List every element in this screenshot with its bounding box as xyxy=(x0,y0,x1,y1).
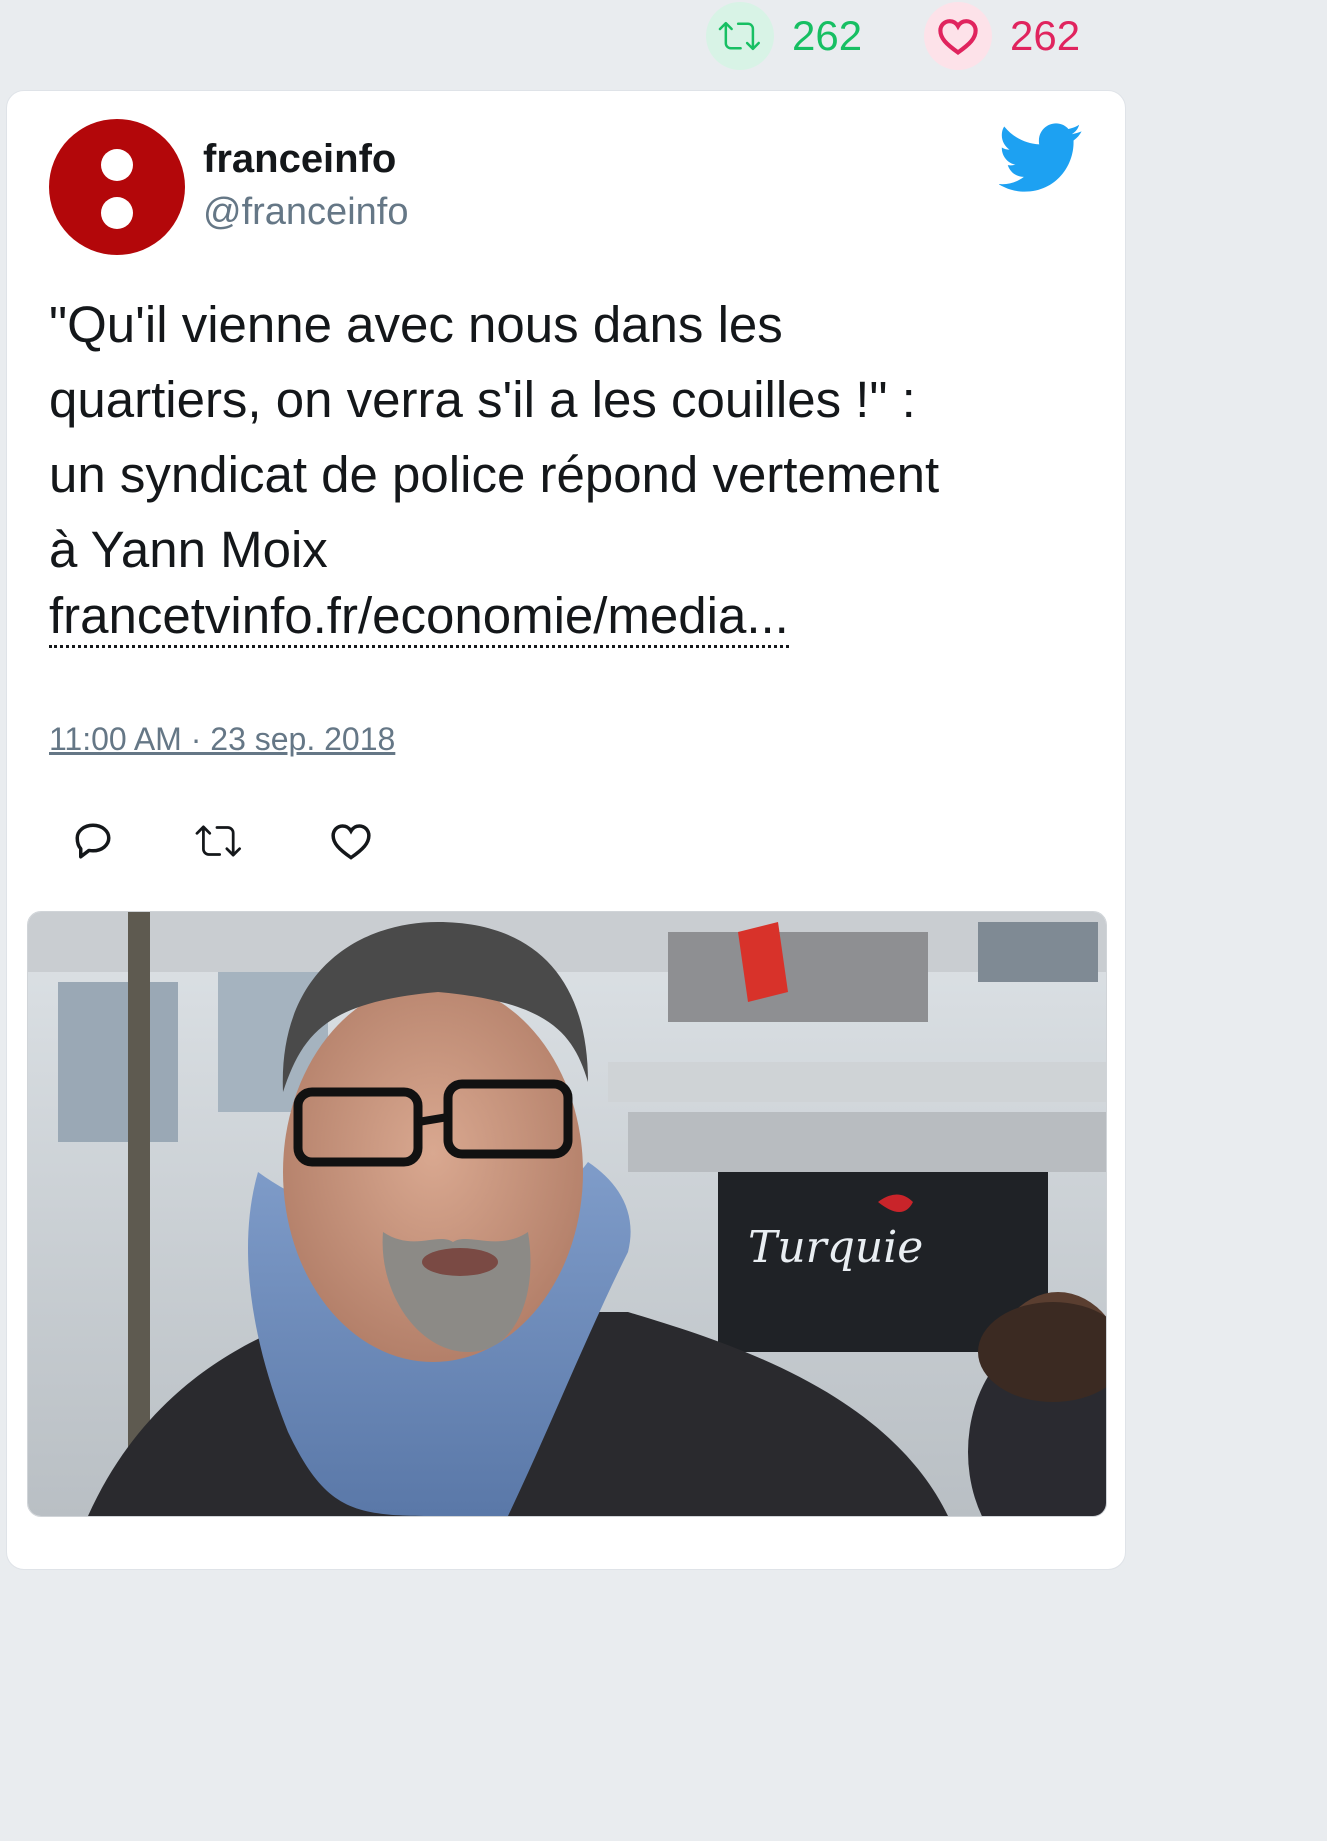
user-handle[interactable]: @franceinfo xyxy=(203,191,408,234)
article-link[interactable]: francetvinfo.fr/economie/media... xyxy=(49,587,789,648)
retweet-icon[interactable] xyxy=(706,2,774,70)
tweet-text-line: à Yann Moix xyxy=(49,521,328,578)
twitter-bird-icon[interactable] xyxy=(998,123,1083,193)
tweet-text-line: un syndicat de police répond vertement xyxy=(49,446,940,503)
tweet-photo[interactable]: Turquie xyxy=(27,911,1107,1517)
tweet-text: "Qu'il vienne avec nous dans les quartie… xyxy=(49,287,1079,587)
heart-icon[interactable] xyxy=(924,2,992,70)
retweet-action-icon[interactable] xyxy=(187,809,251,873)
tweet-text-line: "Qu'il vienne avec nous dans les xyxy=(49,296,783,353)
like-action-icon[interactable] xyxy=(319,809,383,873)
reply-icon[interactable] xyxy=(61,809,125,873)
retweet-count: 262 xyxy=(792,12,863,59)
storefront-sign: Turquie xyxy=(748,1222,923,1273)
tweet-card: franceinfo @franceinfo "Qu'il vienne ave… xyxy=(6,90,1126,1570)
avatar[interactable] xyxy=(49,119,185,255)
tweet-text-line: quartiers, on verra s'il a les couilles … xyxy=(49,371,916,428)
retweet-count-group[interactable]: 262 xyxy=(706,2,863,70)
like-count: 262 xyxy=(1010,12,1081,59)
avatar-dot-bottom xyxy=(101,197,133,229)
avatar-dot-top xyxy=(101,149,133,181)
engagement-bar: 262 262 xyxy=(0,0,1130,80)
tweet-timestamp[interactable]: 11:00 AM · 23 sep. 2018 xyxy=(49,721,395,758)
display-name[interactable]: franceinfo xyxy=(203,137,396,182)
like-count-group[interactable]: 262 xyxy=(924,2,1081,70)
